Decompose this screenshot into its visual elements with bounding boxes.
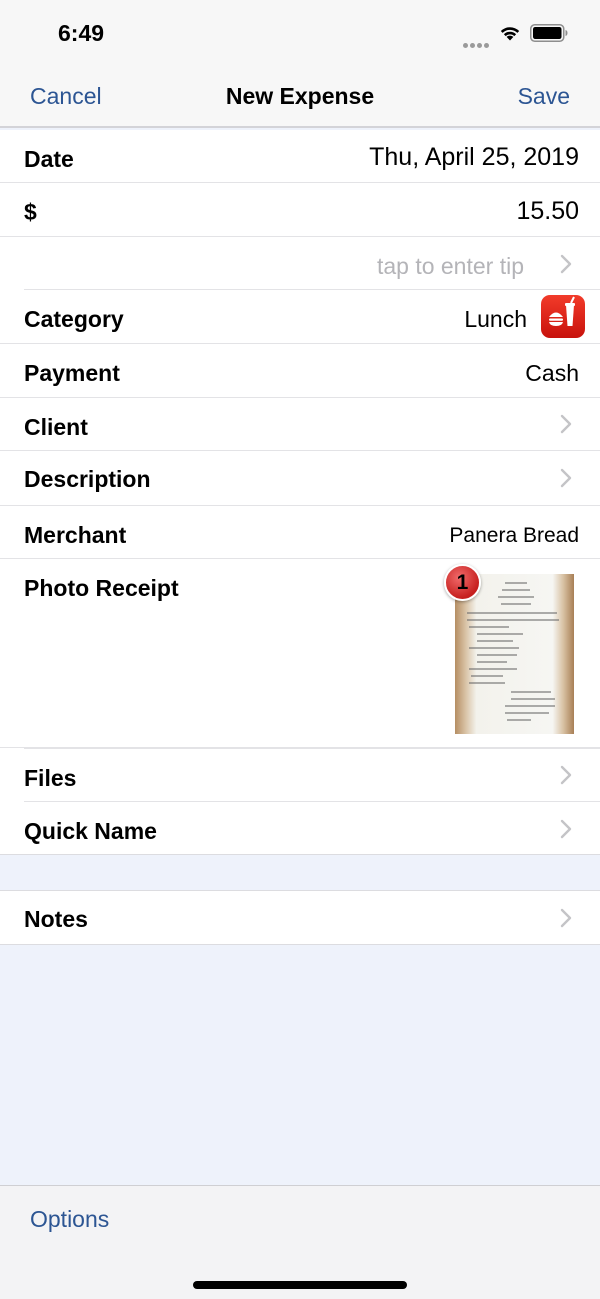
- photo-receipt-label: Photo Receipt: [24, 575, 179, 601]
- notes-row[interactable]: Notes: [0, 890, 600, 945]
- merchant-label: Merchant: [24, 522, 127, 548]
- quick-name-row[interactable]: Quick Name: [0, 802, 600, 855]
- files-label: Files: [24, 765, 77, 791]
- chevron-right-icon: [560, 468, 572, 488]
- merchant-row[interactable]: Merchant Panera Bread: [0, 506, 600, 559]
- page-title: New Expense: [225, 83, 375, 109]
- receipt-count-badge: 1: [444, 564, 481, 601]
- amount-row[interactable]: $ 15.50: [0, 183, 600, 237]
- tip-row[interactable]: tap to enter tip: [24, 237, 600, 290]
- navigation-bar: Cancel New Expense Save: [0, 68, 600, 128]
- payment-value: Cash: [525, 360, 579, 386]
- wifi-icon: [500, 27, 520, 41]
- merchant-value: Panera Bread: [449, 524, 579, 547]
- description-label: Description: [24, 466, 151, 492]
- date-value: Thu, April 25, 2019: [369, 143, 579, 171]
- tip-placeholder: tap to enter tip: [376, 253, 524, 279]
- battery-icon: [530, 24, 568, 42]
- payment-row[interactable]: Payment Cash: [0, 344, 600, 398]
- chevron-right-icon: [560, 819, 572, 839]
- fast-food-icon: [541, 295, 585, 338]
- category-row[interactable]: Category Lunch: [0, 290, 600, 344]
- category-label: Category: [24, 306, 124, 332]
- status-bar: 6:49: [0, 0, 600, 68]
- currency-label: $: [24, 199, 37, 225]
- notes-label: Notes: [24, 906, 88, 932]
- cellular-signal-icon: [463, 35, 493, 48]
- payment-label: Payment: [24, 360, 120, 386]
- files-row[interactable]: Files: [24, 748, 600, 802]
- client-label: Client: [24, 414, 88, 440]
- chevron-right-icon: [560, 908, 572, 928]
- save-button[interactable]: Save: [518, 83, 570, 110]
- date-label: Date: [24, 146, 74, 172]
- client-row[interactable]: Client: [0, 398, 600, 451]
- home-indicator[interactable]: [193, 1281, 407, 1289]
- chevron-right-icon: [560, 414, 572, 434]
- quick-name-label: Quick Name: [24, 818, 157, 844]
- amount-value: 15.50: [516, 197, 579, 225]
- date-row[interactable]: Date Thu, April 25, 2019: [0, 130, 600, 183]
- chevron-right-icon: [560, 254, 572, 274]
- options-button[interactable]: Options: [30, 1206, 109, 1233]
- chevron-right-icon: [560, 765, 572, 785]
- description-row[interactable]: Description: [0, 451, 600, 506]
- bottom-toolbar: Options: [0, 1185, 600, 1299]
- category-value: Lunch: [464, 306, 527, 332]
- receipt-photo-thumbnail[interactable]: [455, 574, 574, 734]
- status-time: 6:49: [58, 20, 105, 46]
